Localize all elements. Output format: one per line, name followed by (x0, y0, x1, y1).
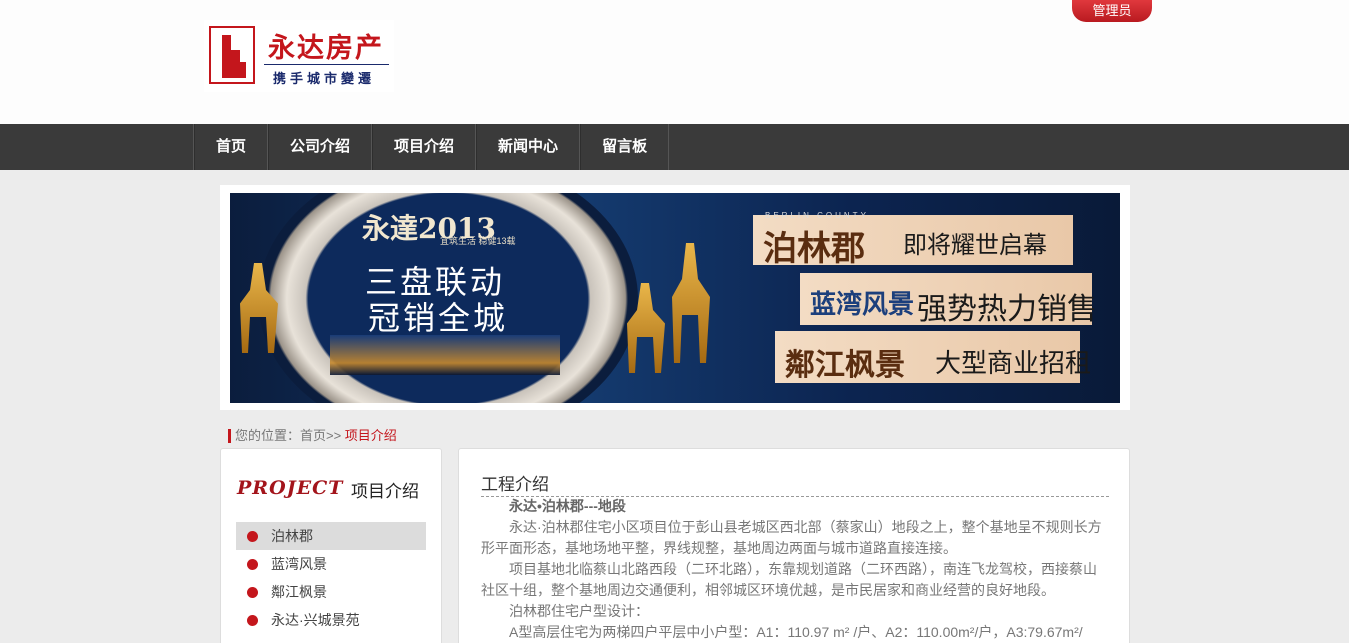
content-body: 永达•泊林郡---地段 永达·泊林郡住宅小区项目位于彭山县老城区西北部（蔡家山）… (481, 496, 1109, 643)
main-nav: 首页 公司介绍 项目介绍 新闻中心 留言板 (0, 124, 1349, 170)
promo-banner[interactable]: 永達2013 宜筑生活 稳健13载 三盘联动 冠销全城 泊林郡 即将耀世启幕 蓝… (230, 193, 1120, 403)
bullet-icon (247, 559, 258, 570)
nav-item-projects[interactable]: 项目介绍 (372, 124, 477, 170)
sidebar-list: 泊林郡 蓝湾风景 鄰江枫景 永达·兴城景苑 (236, 522, 426, 634)
nav-item-home[interactable]: 首页 (194, 124, 269, 170)
sidebar-title-en: PROJECT (237, 477, 344, 499)
panel-text: 大型商业招租 (935, 348, 1092, 378)
breadcrumb-prefix[interactable]: 您的位置：首页>> (235, 428, 345, 443)
content-paragraph: 项目基地北临蔡山北路西段（二环北路），东靠规划道路（二环西路），南连飞龙驾校，西… (481, 561, 1097, 598)
sidebar-title-cn: 项目介绍 (351, 482, 419, 501)
breadcrumb: 您的位置：首页>> 项目介绍 (228, 429, 397, 443)
bullet-icon (247, 587, 258, 598)
bullet-icon (247, 615, 258, 626)
content-paragraph: A型高层住宅为两梯四户平层中小户型：A1：110.97 m² /户、A2：110… (509, 624, 1083, 640)
golden-deer-icon (672, 243, 710, 363)
banner-panel-caption: BERLIN COUNTY (765, 211, 869, 220)
panel-text: 强势热力销售 (917, 293, 1097, 326)
admin-link[interactable]: 管理员 (1072, 0, 1152, 22)
logo-mark-icon (209, 26, 255, 84)
banner-frame: 永達2013 宜筑生活 稳健13载 三盘联动 冠销全城 泊林郡 即将耀世启幕 蓝… (220, 185, 1130, 410)
sidebar-item-bolinjun[interactable]: 泊林郡 (236, 522, 426, 550)
banner-panel-linjiang: 鄰江枫景 大型商业招租 (775, 331, 1091, 383)
sidebar-item-label: 蓝湾风景 (271, 556, 327, 572)
city-skyline-graphic (330, 335, 560, 375)
sidebar-item-label: 泊林郡 (271, 528, 313, 544)
banner-slogan-2: 冠销全城 (368, 300, 509, 336)
nav-item-guestbook[interactable]: 留言板 (580, 124, 670, 170)
sidebar-item-label: 永达·兴城景苑 (271, 612, 360, 628)
sidebar-item-lanwan[interactable]: 蓝湾风景 (236, 550, 426, 578)
sidebar-item-label: 鄰江枫景 (271, 584, 327, 600)
nav-item-about[interactable]: 公司介绍 (268, 124, 373, 170)
panel-text: 即将耀世启幕 (903, 232, 1047, 259)
banner-panel-lanwan: 蓝湾风景 强势热力销售 (800, 273, 1097, 326)
panel-name: 蓝湾风景 (810, 290, 915, 320)
company-logo[interactable]: 永达房产 携手城市變遷 (204, 20, 394, 92)
breadcrumb-current: 项目介绍 (344, 428, 397, 443)
banner-panel-bolinjun: 泊林郡 即将耀世启幕 (753, 215, 1073, 269)
project-content: 工程介绍 永达•泊林郡---地段 永达·泊林郡住宅小区项目位于彭山县老城区西北部… (458, 448, 1130, 643)
content-heading: 永达•泊林郡---地段 (509, 498, 626, 514)
panel-name: 泊林郡 (763, 229, 865, 269)
site-header: 永达房产 携手城市變遷 管理员 (0, 0, 1349, 124)
content-title: 工程介绍 (481, 470, 1109, 497)
sidebar-item-linjiang[interactable]: 鄰江枫景 (236, 578, 426, 606)
logo-name: 永达房产 (268, 33, 384, 64)
nav-item-news[interactable]: 新闻中心 (476, 124, 581, 170)
banner-year-sub: 宜筑生活 稳健13载 (440, 236, 516, 246)
logo-divider (264, 64, 389, 65)
logo-slogan: 携手城市變遷 (273, 71, 376, 86)
content-paragraph: 泊林郡住宅户型设计： (509, 603, 649, 619)
project-sidebar: PROJECT 项目介绍 泊林郡 蓝湾风景 鄰江枫景 永达·兴城景苑 (220, 448, 442, 643)
bullet-icon (247, 531, 258, 542)
content-paragraph: 永达·泊林郡住宅小区项目位于彭山县老城区西北部（蔡家山）地段之上，整个基地呈不规… (481, 519, 1102, 556)
sidebar-item-xingcheng[interactable]: 永达·兴城景苑 (236, 606, 426, 634)
panel-name: 鄰江枫景 (785, 348, 905, 383)
